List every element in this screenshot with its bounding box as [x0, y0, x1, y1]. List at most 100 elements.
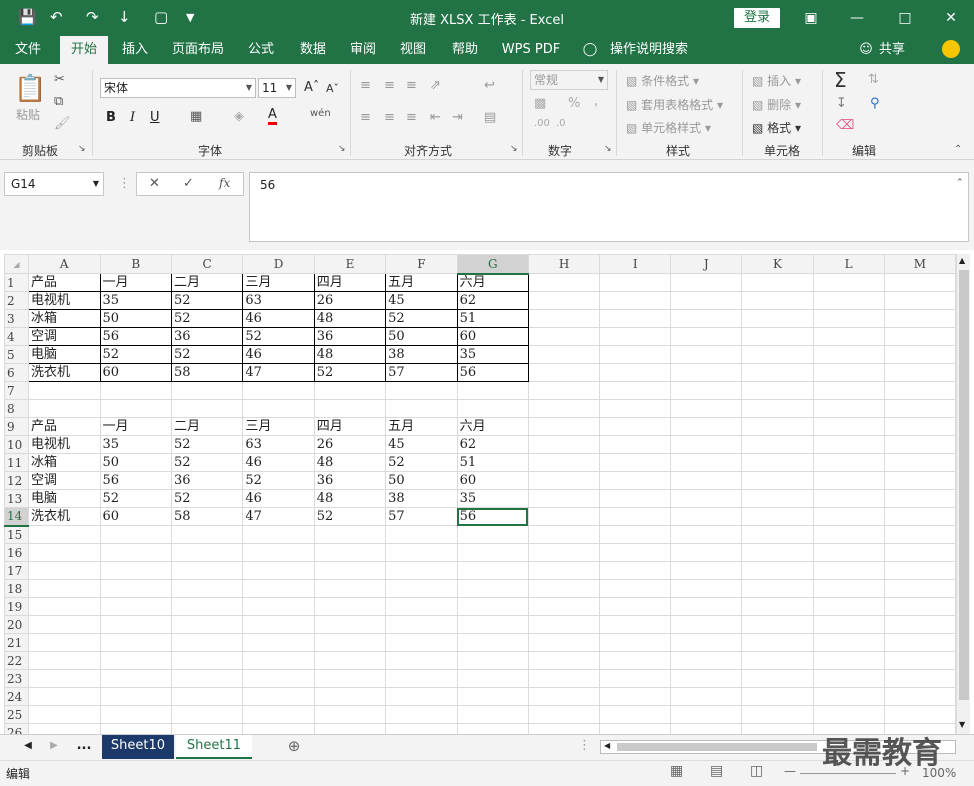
cell-a2[interactable]: 电视机: [27, 291, 101, 310]
cell-l6[interactable]: [812, 363, 885, 382]
cell-c9[interactable]: 二月: [170, 417, 244, 436]
borders-icon[interactable]: ▦: [190, 109, 202, 124]
increase-indent-icon[interactable]: ⇥: [452, 110, 463, 125]
cell-b26[interactable]: [99, 723, 172, 734]
column-header-d[interactable]: D: [242, 254, 315, 274]
cell-e1[interactable]: 四月: [313, 273, 387, 292]
cell-i13[interactable]: [599, 489, 672, 508]
cell-d8[interactable]: [242, 399, 315, 418]
cell-b16[interactable]: [99, 543, 172, 562]
cell-i24[interactable]: [599, 687, 672, 706]
cell-d20[interactable]: [242, 615, 315, 634]
cell-e9[interactable]: 四月: [313, 417, 387, 436]
cell-c14[interactable]: 58: [170, 507, 244, 526]
cell-f1[interactable]: 五月: [385, 273, 458, 292]
cell-a7[interactable]: [27, 381, 101, 400]
cell-j13[interactable]: [670, 489, 743, 508]
cell-c21[interactable]: [170, 633, 244, 652]
cell-h13[interactable]: [527, 489, 601, 508]
cell-d11[interactable]: 46: [242, 453, 315, 472]
increase-font-icon[interactable]: Aˆ: [304, 80, 319, 95]
cell-k10[interactable]: [741, 435, 814, 454]
row-header[interactable]: 10: [4, 435, 29, 454]
next-sheet-icon[interactable]: ▶: [46, 735, 62, 759]
cell-g1[interactable]: 六月: [456, 273, 529, 292]
cell-d15[interactable]: [242, 525, 315, 544]
row-header[interactable]: 5: [4, 345, 29, 364]
cell-f9[interactable]: 五月: [385, 417, 458, 436]
cell-a26[interactable]: [27, 723, 101, 734]
cell-i14[interactable]: [599, 507, 672, 526]
tab-help[interactable]: 帮助: [444, 36, 486, 64]
cell-d25[interactable]: [242, 705, 315, 724]
cell-i19[interactable]: [599, 597, 672, 616]
column-header-k[interactable]: K: [741, 254, 814, 274]
cell-j1[interactable]: [670, 273, 743, 292]
scroll-thumb[interactable]: [959, 270, 969, 700]
cell-a18[interactable]: [27, 579, 101, 598]
cell-j10[interactable]: [670, 435, 743, 454]
cell-b25[interactable]: [99, 705, 172, 724]
cell-d24[interactable]: [242, 687, 315, 706]
cell-k21[interactable]: [741, 633, 814, 652]
align-center-icon[interactable]: ≡: [384, 110, 395, 125]
row-header[interactable]: 23: [4, 669, 29, 688]
font-launcher-icon[interactable]: ↘: [338, 144, 346, 154]
row-header[interactable]: 17: [4, 561, 29, 580]
cell-d17[interactable]: [242, 561, 315, 580]
cell-a4[interactable]: 空调: [27, 327, 101, 346]
cell-d13[interactable]: 46: [242, 489, 315, 508]
wrap-text-icon[interactable]: ↩: [484, 78, 495, 93]
cell-e15[interactable]: [313, 525, 387, 544]
cell-l3[interactable]: [812, 309, 885, 328]
cell-b5[interactable]: 52: [99, 345, 172, 364]
cell-e26[interactable]: [313, 723, 387, 734]
cell-f13[interactable]: 38: [385, 489, 458, 508]
font-color-icon[interactable]: A: [268, 108, 277, 125]
cell-b10[interactable]: 35: [99, 435, 172, 454]
cell-d23[interactable]: [242, 669, 315, 688]
cell-k25[interactable]: [741, 705, 814, 724]
row-header[interactable]: 9: [4, 417, 29, 436]
row-header[interactable]: 16: [4, 543, 29, 562]
clear-icon[interactable]: ⌫: [836, 118, 854, 133]
cell-h18[interactable]: [527, 579, 601, 598]
cell-g3[interactable]: 51: [456, 309, 529, 328]
cell-a3[interactable]: 冰箱: [27, 309, 101, 328]
cell-c10[interactable]: 52: [170, 435, 244, 454]
cell-k16[interactable]: [741, 543, 814, 562]
cell-i26[interactable]: [599, 723, 672, 734]
cell-g21[interactable]: [456, 633, 529, 652]
cell-c15[interactable]: [170, 525, 244, 544]
cell-l19[interactable]: [812, 597, 885, 616]
cell-f4[interactable]: 50: [385, 327, 458, 346]
cell-d3[interactable]: 46: [242, 309, 315, 328]
cell-j17[interactable]: [670, 561, 743, 580]
cell-j9[interactable]: [670, 417, 743, 436]
cell-k12[interactable]: [741, 471, 814, 490]
select-all-corner[interactable]: ◢: [4, 254, 29, 274]
tell-me-search[interactable]: 操作说明搜索: [604, 36, 694, 64]
number-format-combo[interactable]: 常规 ▼: [530, 70, 608, 90]
cell-b23[interactable]: [99, 669, 172, 688]
cell-k11[interactable]: [741, 453, 814, 472]
cell-h2[interactable]: [527, 291, 601, 310]
cell-j19[interactable]: [670, 597, 743, 616]
cell-b2[interactable]: 35: [99, 291, 172, 310]
cell-b3[interactable]: 50: [99, 309, 172, 328]
cell-g22[interactable]: [456, 651, 529, 670]
delete-cells-button[interactable]: ▧ 删除 ▾: [752, 96, 801, 113]
row-header[interactable]: 15: [4, 525, 29, 544]
cell-i4[interactable]: [599, 327, 672, 346]
cut-icon[interactable]: ✂: [54, 72, 65, 87]
phonetic-icon[interactable]: wén: [310, 108, 331, 119]
align-right-icon[interactable]: ≡: [406, 110, 417, 125]
cell-k18[interactable]: [741, 579, 814, 598]
cell-m23[interactable]: [883, 669, 956, 688]
cell-b24[interactable]: [99, 687, 172, 706]
cell-k15[interactable]: [741, 525, 814, 544]
fill-icon[interactable]: ↧: [836, 96, 847, 111]
cell-m21[interactable]: [883, 633, 956, 652]
cell-h19[interactable]: [527, 597, 601, 616]
share-button[interactable]: 共享: [876, 36, 908, 64]
